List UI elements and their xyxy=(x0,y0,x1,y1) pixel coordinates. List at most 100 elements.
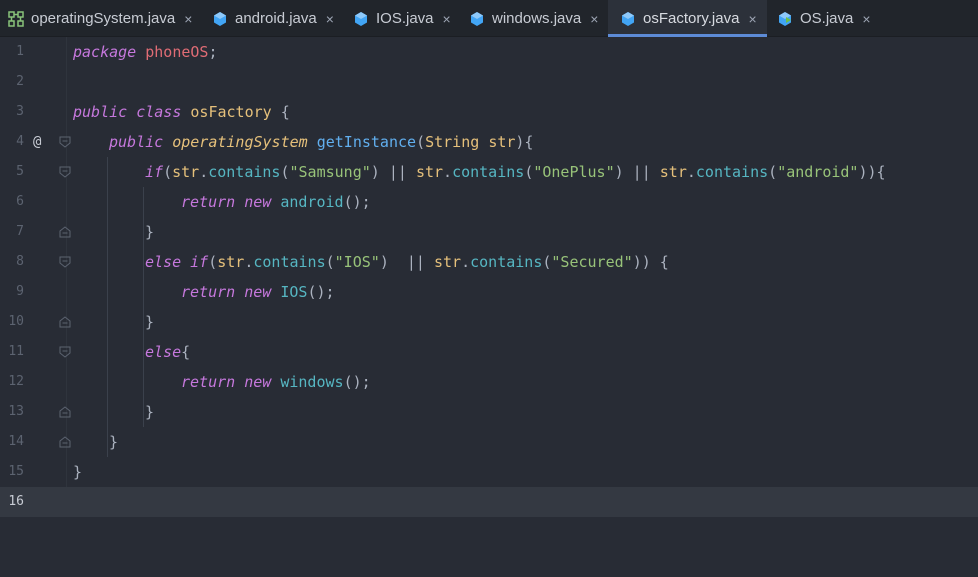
line-number: 1 xyxy=(16,44,24,59)
variable: str xyxy=(415,163,444,181)
keyword: return xyxy=(181,193,236,211)
keyword: class xyxy=(136,103,182,121)
constructor-call: android xyxy=(280,193,344,211)
method-call: contains xyxy=(253,253,326,271)
code-line[interactable]: 12 return new windows(); xyxy=(0,367,978,397)
keyword: if xyxy=(190,253,209,271)
code-line[interactable]: 3 public class osFactory { xyxy=(0,97,978,127)
punct: ( xyxy=(416,133,426,151)
keyword: return xyxy=(181,373,236,391)
variable: str xyxy=(172,163,200,181)
line-number: 5 xyxy=(16,164,24,179)
editor-tab-bar: operatingSystem.java × android.java × IO… xyxy=(0,0,978,37)
fold-icon[interactable] xyxy=(59,346,71,358)
method-call: contains xyxy=(208,163,281,181)
tab-operatingsystem-java[interactable]: operatingSystem.java × xyxy=(0,0,201,37)
method-name: getInstance xyxy=(316,133,417,151)
punct: (); xyxy=(343,193,371,211)
close-icon[interactable]: × xyxy=(590,11,598,27)
code-line[interactable]: 10 } xyxy=(0,307,978,337)
code-line[interactable]: 4 @ public operatingSystem getInstance(S… xyxy=(0,127,978,157)
fold-icon[interactable] xyxy=(59,136,71,148)
line-number: 6 xyxy=(16,194,24,209)
code-editor[interactable]: 1 package phoneOS; 2 3 public class osFa… xyxy=(0,37,978,517)
constructor-call: windows xyxy=(280,373,344,391)
punct: ){ xyxy=(515,133,534,151)
line-number: 16 xyxy=(8,494,24,509)
punct: )){ xyxy=(858,163,886,181)
code-line[interactable]: 2 xyxy=(0,67,978,97)
keyword: new xyxy=(244,283,272,301)
class-file-icon xyxy=(212,11,228,27)
code-line[interactable]: 5 if(str.contains("Samsung") || str.cont… xyxy=(0,157,978,187)
operator: || xyxy=(388,253,434,271)
close-icon[interactable]: × xyxy=(326,11,334,27)
line-number: 9 xyxy=(16,284,24,299)
tab-windows-java[interactable]: windows.java × xyxy=(462,0,607,37)
line-number: 11 xyxy=(8,344,24,359)
string-literal: "Samsung" xyxy=(289,163,371,181)
code-line[interactable]: 11 else{ xyxy=(0,337,978,367)
main-class-icon xyxy=(777,11,793,27)
line-number: 7 xyxy=(16,224,24,239)
close-icon[interactable]: × xyxy=(862,11,870,27)
close-icon[interactable]: × xyxy=(443,11,451,27)
fold-end-icon[interactable] xyxy=(59,226,71,238)
method-call: contains xyxy=(470,253,543,271)
keyword: public xyxy=(109,133,164,151)
string-literal: "Secured" xyxy=(551,253,633,271)
method-call: contains xyxy=(695,163,769,181)
keyword: if xyxy=(145,163,164,181)
close-icon[interactable]: × xyxy=(748,11,756,27)
brace: } xyxy=(145,223,155,241)
keyword: public xyxy=(73,103,128,121)
brace: } xyxy=(145,313,155,331)
fold-icon[interactable] xyxy=(59,166,71,178)
tab-ios-java[interactable]: IOS.java × xyxy=(346,0,460,37)
variable: str xyxy=(217,253,245,271)
tab-osfactory-java[interactable]: osFactory.java × xyxy=(608,0,767,37)
tab-android-java[interactable]: android.java × xyxy=(205,0,343,37)
code-line[interactable]: 7 } xyxy=(0,217,978,247)
string-literal: "android" xyxy=(777,163,859,181)
punct: ; xyxy=(208,43,218,61)
fold-end-icon[interactable] xyxy=(59,316,71,328)
punct: )) { xyxy=(632,253,669,271)
operator: || xyxy=(623,163,660,181)
fold-end-icon[interactable] xyxy=(59,406,71,418)
return-type: operatingSystem xyxy=(172,133,308,151)
line-number: 15 xyxy=(8,464,24,479)
param-name: str xyxy=(488,133,516,151)
string-literal: "IOS" xyxy=(334,253,380,271)
keyword: new xyxy=(244,373,272,391)
code-line[interactable]: 6 return new android(); xyxy=(0,187,978,217)
code-line[interactable]: 8 else if(str.contains("IOS") || str.con… xyxy=(0,247,978,277)
code-line[interactable]: 9 return new IOS(); xyxy=(0,277,978,307)
fold-icon[interactable] xyxy=(59,256,71,268)
operator: || xyxy=(379,163,416,181)
tab-os-java[interactable]: OS.java × xyxy=(777,0,880,37)
punct: { xyxy=(181,343,191,361)
code-line[interactable]: 14 } xyxy=(0,427,978,457)
keyword: else xyxy=(145,253,182,271)
fold-end-icon[interactable] xyxy=(59,436,71,448)
code-line[interactable]: 15 } xyxy=(0,457,978,487)
tab-label: windows.java xyxy=(492,10,582,27)
line-number: 12 xyxy=(8,374,24,389)
punct: (); xyxy=(343,373,371,391)
class-file-icon xyxy=(469,11,485,27)
class-file-icon xyxy=(620,11,636,27)
param-type: String xyxy=(425,133,480,151)
line-number: 8 xyxy=(16,254,24,269)
close-icon[interactable]: × xyxy=(184,11,192,27)
code-line[interactable]: 1 package phoneOS; xyxy=(0,37,978,67)
code-line[interactable]: 13 } xyxy=(0,397,978,427)
tab-label: IOS.java xyxy=(376,10,434,27)
line-number: 13 xyxy=(8,404,24,419)
punct: { xyxy=(271,103,290,121)
code-line-current[interactable]: 16 xyxy=(0,487,978,517)
tab-label: osFactory.java xyxy=(643,10,740,27)
brace: } xyxy=(109,433,119,451)
override-marker-icon[interactable]: @ xyxy=(33,127,41,157)
interface-icon xyxy=(8,10,24,27)
